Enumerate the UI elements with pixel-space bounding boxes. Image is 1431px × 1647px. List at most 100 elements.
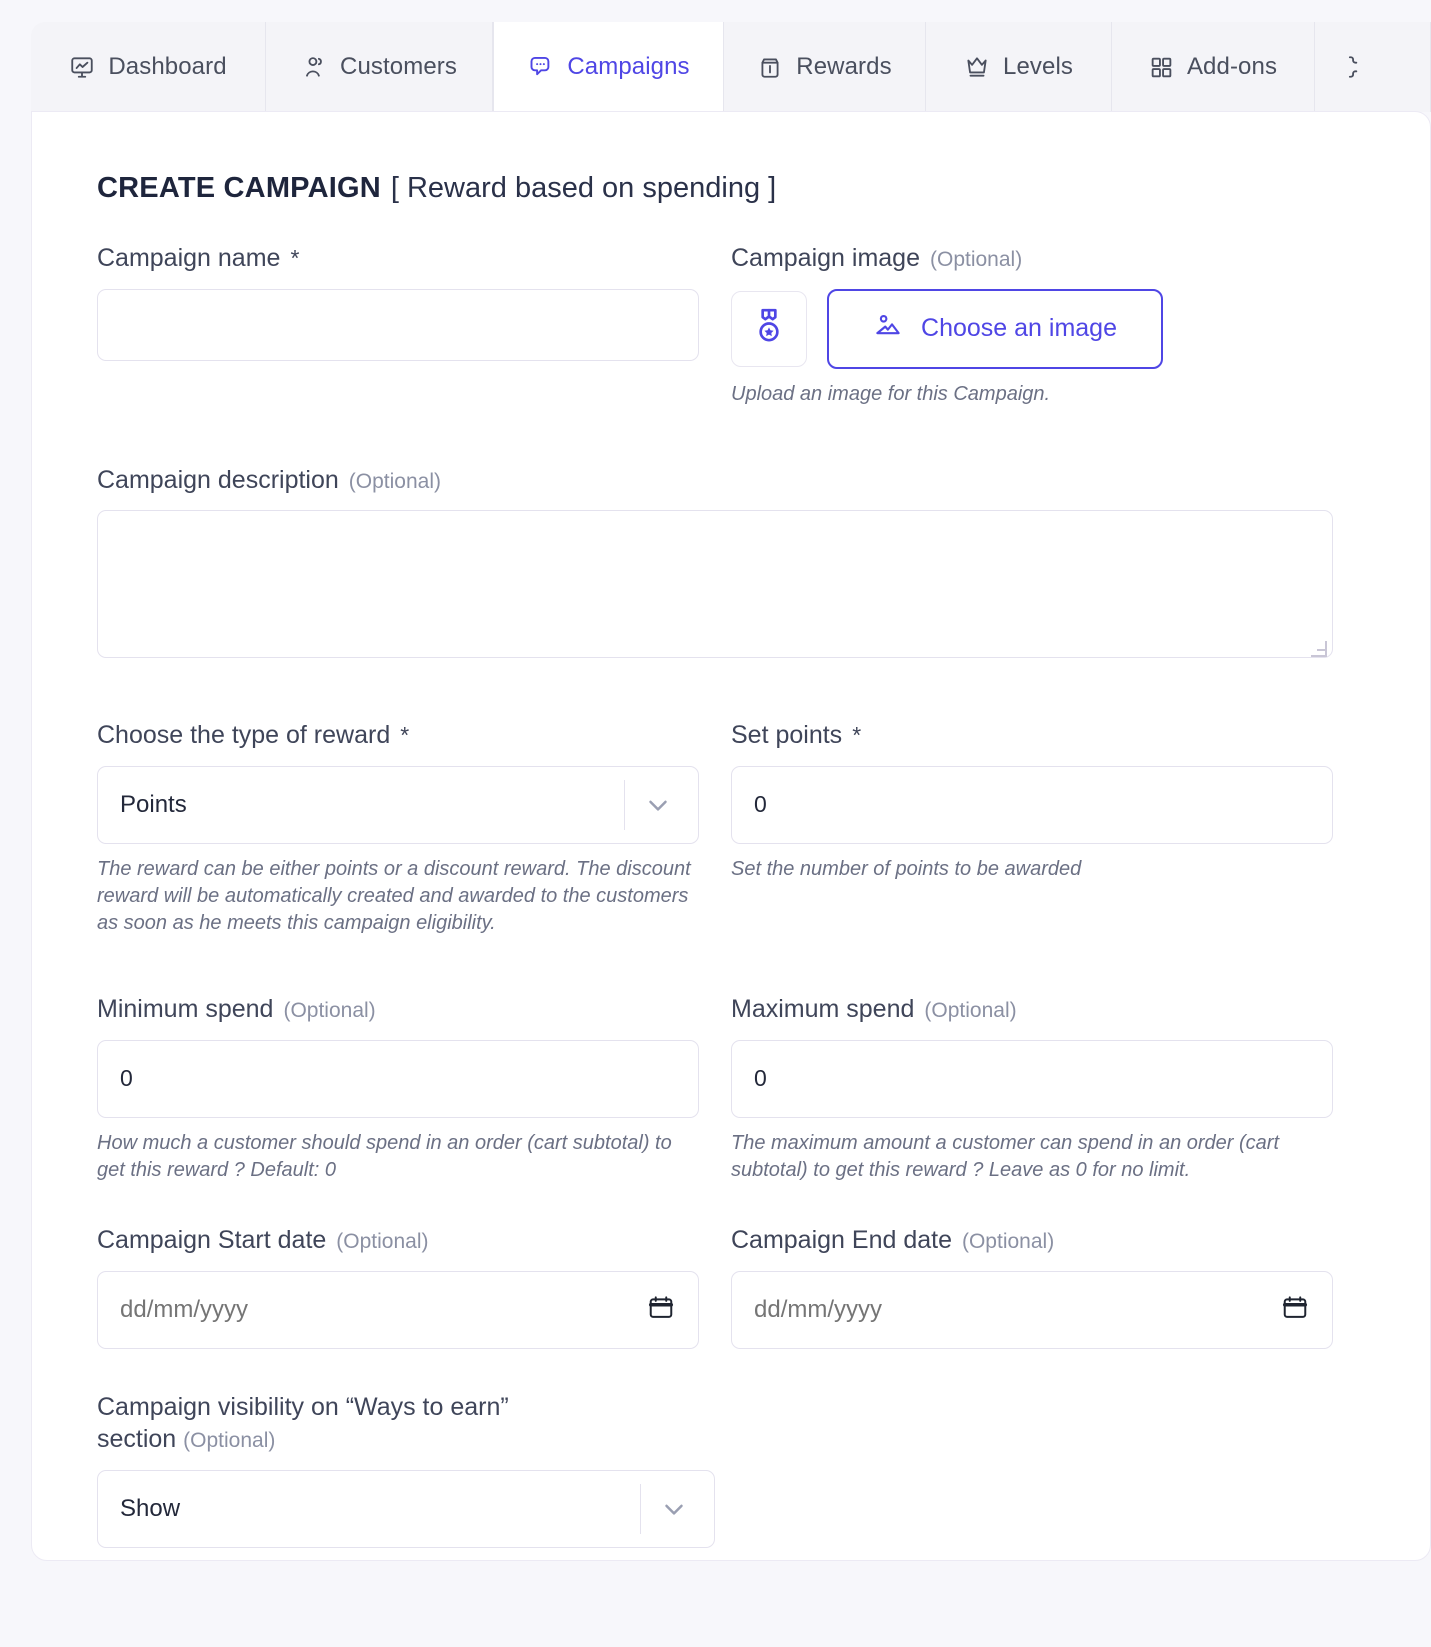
create-campaign-form: Campaign name * Campaign image (Optional… <box>97 242 1369 1548</box>
form-row-reward: Choose the type of reward * Points The r… <box>97 719 1369 937</box>
set-points-hint: Set the number of points to be awarded <box>731 857 1082 880</box>
field-set-points: Set points * Set the number of points to… <box>731 719 1333 937</box>
field-campaign-name: Campaign name * <box>97 242 699 408</box>
reward-type-required-mark: * <box>400 722 410 749</box>
maximum-spend-input[interactable] <box>731 1039 1333 1118</box>
main-tab-bar: Dashboard Customers Campaigns Rewards Le… <box>31 22 1431 112</box>
set-points-label-text: Set points <box>731 721 843 750</box>
campaign-description-label-text: Campaign description <box>97 465 339 494</box>
field-maximum-spend: Maximum spend (Optional) The maximum amo… <box>731 993 1333 1184</box>
campaign-name-input[interactable] <box>97 288 699 361</box>
page-title: CREATE CAMPAIGN [ Reward based on spendin… <box>97 172 776 205</box>
visibility-select[interactable]: Show <box>97 1469 715 1548</box>
minimum-spend-input[interactable] <box>97 1039 699 1118</box>
campaign-name-label: Campaign name * <box>97 242 699 275</box>
start-date-input[interactable] <box>97 1270 699 1349</box>
campaigns-icon <box>527 54 554 81</box>
field-campaign-description: Campaign description (Optional) <box>97 464 1333 664</box>
choose-image-button-label: Choose an image <box>921 314 1117 342</box>
minimum-spend-hint: How much a customer should spend in an o… <box>97 1131 672 1181</box>
set-points-label: Set points * <box>731 719 1333 752</box>
tab-levels[interactable]: Levels <box>926 22 1112 112</box>
dashboard-icon <box>69 54 95 80</box>
form-row-description: Campaign description (Optional) <box>97 464 1369 664</box>
field-reward-type: Choose the type of reward * Points The r… <box>97 719 699 937</box>
tab-settings[interactable] <box>1315 22 1431 112</box>
form-row-dates: Campaign Start date (Optional) dd/mm/yyy… <box>97 1224 1369 1349</box>
campaign-description-optional-tag: (Optional) <box>348 469 441 493</box>
maximum-spend-optional-tag: (Optional) <box>924 999 1017 1023</box>
field-start-date: Campaign Start date (Optional) <box>97 1224 699 1349</box>
addons-icon <box>1149 55 1174 80</box>
medal-icon <box>749 306 789 351</box>
minimum-spend-label: Minimum spend (Optional) <box>97 993 699 1026</box>
tab-dashboard[interactable]: Dashboard <box>31 22 266 112</box>
set-points-input[interactable] <box>731 765 1333 844</box>
settings-icon <box>1339 54 1365 80</box>
campaign-image-label-text: Campaign image <box>731 244 920 272</box>
campaign-description-label: Campaign description (Optional) <box>97 464 1333 497</box>
page-title-subtitle: [ Reward based on spending ] <box>390 172 777 204</box>
reward-type-label-text: Choose the type of reward <box>97 721 391 750</box>
start-date-wrapper <box>97 1270 699 1349</box>
visibility-label: Campaign visibility on “Ways to earn” se… <box>97 1391 715 1456</box>
campaign-name-label-text: Campaign name <box>97 244 281 272</box>
maximum-spend-hint: The maximum amount a customer can spend … <box>731 1131 1280 1181</box>
visibility-label-text: Campaign visibility on “Ways to earn” se… <box>97 1392 509 1454</box>
reward-type-select-wrapper: Points <box>97 765 699 844</box>
form-row-name-image: Campaign name * Campaign image (Optional… <box>97 242 1369 408</box>
minimum-spend-optional-tag: (Optional) <box>283 999 376 1023</box>
end-date-wrapper <box>731 1270 1333 1349</box>
page-title-main: CREATE CAMPAIGN <box>97 172 381 204</box>
set-points-required-mark: * <box>852 722 862 749</box>
field-visibility: Campaign visibility on “Ways to earn” se… <box>97 1391 715 1548</box>
minimum-spend-label-text: Minimum spend <box>97 995 274 1024</box>
start-date-label-text: Campaign Start date <box>97 1226 327 1255</box>
tab-levels-label: Levels <box>1003 53 1073 80</box>
campaign-image-controls: Choose an image <box>731 288 1333 369</box>
tab-campaigns-label: Campaigns <box>567 53 690 80</box>
end-date-label: Campaign End date (Optional) <box>731 1224 1333 1257</box>
customers-icon <box>301 54 327 80</box>
form-row-spend: Minimum spend (Optional) How much a cust… <box>97 993 1369 1184</box>
app-root: Dashboard Customers Campaigns Rewards Le… <box>0 0 1431 1647</box>
tab-customers[interactable]: Customers <box>266 22 493 112</box>
visibility-select-wrapper: Show <box>97 1469 715 1548</box>
reward-type-label: Choose the type of reward * <box>97 719 699 752</box>
maximum-spend-label-text: Maximum spend <box>731 995 915 1024</box>
field-campaign-image: Campaign image (Optional) Choose an imag… <box>731 242 1333 408</box>
content-card: CREATE CAMPAIGN [ Reward based on spendin… <box>31 111 1431 1561</box>
reward-type-divider <box>624 779 625 830</box>
campaign-description-textarea[interactable] <box>97 510 1333 659</box>
start-date-label: Campaign Start date (Optional) <box>97 1224 699 1257</box>
levels-icon <box>964 54 990 80</box>
end-date-input[interactable] <box>731 1270 1333 1349</box>
tab-addons[interactable]: Add-ons <box>1112 22 1315 112</box>
form-row-visibility: Campaign visibility on “Ways to earn” se… <box>97 1391 1369 1548</box>
rewards-icon <box>757 54 783 80</box>
choose-image-button[interactable]: Choose an image <box>827 288 1163 369</box>
campaign-image-hint: Upload an image for this Campaign. <box>731 382 1051 405</box>
campaign-image-thumbnail[interactable] <box>731 290 807 367</box>
tab-addons-label: Add-ons <box>1186 53 1278 80</box>
reward-type-hint: The reward can be either points or a dis… <box>97 857 691 935</box>
tab-campaigns[interactable]: Campaigns <box>493 22 724 112</box>
tab-customers-label: Customers <box>340 53 457 80</box>
field-end-date: Campaign End date (Optional) <box>731 1224 1333 1349</box>
field-minimum-spend: Minimum spend (Optional) How much a cust… <box>97 993 699 1184</box>
visibility-optional-tag: (Optional) <box>183 1429 276 1453</box>
campaign-name-required-mark: * <box>290 245 300 271</box>
maximum-spend-label: Maximum spend (Optional) <box>731 993 1333 1026</box>
campaign-image-optional-tag: (Optional) <box>930 248 1023 271</box>
tab-rewards-label: Rewards <box>796 53 892 80</box>
visibility-divider <box>640 1483 641 1534</box>
campaign-description-wrapper <box>97 510 1333 663</box>
tab-dashboard-label: Dashboard <box>108 53 227 80</box>
reward-type-select[interactable]: Points <box>97 765 699 844</box>
tab-rewards[interactable]: Rewards <box>724 22 926 112</box>
campaign-image-label: Campaign image (Optional) <box>731 242 1333 275</box>
end-date-label-text: Campaign End date <box>731 1226 952 1255</box>
end-date-optional-tag: (Optional) <box>961 1230 1055 1254</box>
image-upload-icon <box>873 310 903 347</box>
start-date-optional-tag: (Optional) <box>336 1230 429 1254</box>
